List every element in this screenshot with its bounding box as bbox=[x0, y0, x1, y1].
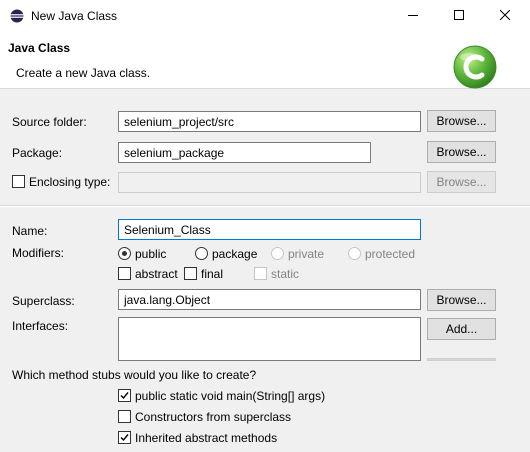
interfaces-label: Interfaces: bbox=[12, 319, 69, 333]
radio-selected-dot bbox=[122, 251, 127, 256]
add-interface-button[interactable]: Add... bbox=[427, 318, 496, 340]
class-name-input[interactable]: Selenium_Class bbox=[118, 219, 421, 240]
close-button[interactable] bbox=[482, 0, 528, 31]
java-class-logo-icon bbox=[453, 45, 497, 89]
inherited-methods-checkbox[interactable] bbox=[118, 431, 131, 444]
title-bar: New Java Class bbox=[0, 0, 530, 31]
modifiers-label: Modifiers: bbox=[12, 246, 65, 260]
static-checkbox[interactable] bbox=[254, 267, 267, 280]
superclass-browse-button[interactable]: Browse... bbox=[427, 289, 496, 311]
constructors-checkbox[interactable] bbox=[118, 410, 131, 423]
maximize-button[interactable] bbox=[436, 0, 482, 31]
minimize-icon bbox=[408, 15, 418, 16]
package-modifier-label: package bbox=[212, 247, 258, 261]
superclass-input[interactable]: java.lang.Object bbox=[118, 289, 421, 310]
wizard-header: Java Class Create a new Java class. bbox=[0, 31, 530, 89]
final-label: final bbox=[201, 267, 224, 281]
minimize-button[interactable] bbox=[390, 0, 436, 31]
final-checkbox[interactable] bbox=[184, 267, 197, 280]
remove-interface-button[interactable] bbox=[427, 358, 496, 361]
eclipse-icon bbox=[10, 9, 24, 23]
enclosing-type-browse-button[interactable]: Browse... bbox=[427, 171, 496, 193]
private-label: private bbox=[288, 247, 325, 261]
maximize-icon bbox=[454, 10, 464, 20]
superclass-label: Superclass: bbox=[12, 294, 75, 308]
package-browse-button[interactable]: Browse... bbox=[427, 141, 496, 163]
enclosing-type-checkbox[interactable] bbox=[12, 175, 25, 188]
checkmark-icon bbox=[120, 434, 129, 442]
main-method-checkbox[interactable] bbox=[118, 389, 131, 402]
private-radio[interactable] bbox=[271, 247, 284, 260]
separator-highlight bbox=[0, 206, 530, 207]
main-method-label: public static void main(String[] args) bbox=[135, 389, 326, 403]
name-label: Name: bbox=[12, 224, 48, 238]
abstract-label: abstract bbox=[135, 267, 178, 281]
source-folder-label: Source folder: bbox=[12, 115, 87, 129]
interfaces-list[interactable] bbox=[118, 317, 421, 361]
abstract-checkbox[interactable] bbox=[118, 267, 131, 280]
constructors-label: Constructors from superclass bbox=[135, 410, 292, 424]
package-radio[interactable] bbox=[195, 247, 208, 260]
inherited-methods-label: Inherited abstract methods bbox=[135, 431, 278, 445]
static-label: static bbox=[271, 267, 300, 281]
wizard-title: Java Class bbox=[8, 41, 71, 55]
method-stubs-question: Which method stubs would you like to cre… bbox=[12, 368, 257, 382]
public-label: public bbox=[135, 247, 167, 261]
source-folder-browse-button[interactable]: Browse... bbox=[427, 110, 496, 132]
source-folder-input[interactable]: selenium_project/src bbox=[118, 111, 421, 132]
enclosing-type-label: Enclosing type: bbox=[29, 175, 111, 189]
window-title: New Java Class bbox=[31, 9, 118, 23]
wizard-description: Create a new Java class. bbox=[16, 66, 151, 80]
enclosing-type-input[interactable] bbox=[118, 172, 421, 193]
protected-label: protected bbox=[365, 247, 416, 261]
package-input[interactable]: selenium_package bbox=[118, 142, 371, 163]
public-radio[interactable] bbox=[118, 247, 131, 260]
checkmark-icon bbox=[120, 392, 129, 400]
package-label: Package: bbox=[12, 146, 63, 160]
protected-radio[interactable] bbox=[348, 247, 361, 260]
close-icon bbox=[500, 10, 510, 20]
